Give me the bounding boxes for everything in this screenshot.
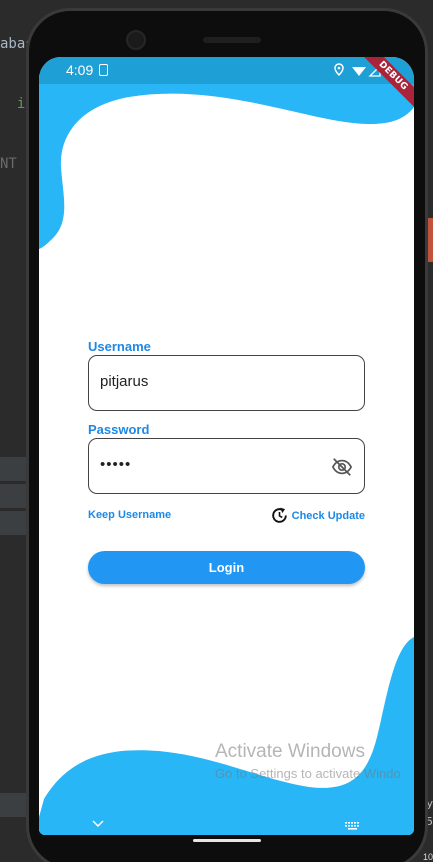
front-camera bbox=[126, 30, 146, 50]
wifi-icon bbox=[352, 67, 366, 76]
ide-scroll-marker bbox=[428, 218, 433, 262]
keep-username-toggle[interactable]: Keep Username bbox=[88, 509, 171, 521]
activate-windows-subtitle: Go to Settings to activate Windo bbox=[215, 766, 401, 781]
eye-off-icon[interactable] bbox=[331, 456, 353, 478]
username-value: pitjarus bbox=[100, 373, 149, 390]
status-time: 4:09 bbox=[66, 62, 94, 78]
chevron-down-icon[interactable] bbox=[91, 819, 105, 829]
password-label: Password bbox=[88, 422, 150, 437]
login-button[interactable]: Login bbox=[88, 551, 365, 584]
password-value: ••••• bbox=[100, 456, 132, 473]
check-update-button[interactable]: Check Update bbox=[270, 506, 365, 525]
taskbar-corner-text: 10 bbox=[422, 852, 433, 862]
activate-windows-title: Activate Windows bbox=[215, 741, 365, 762]
app-screen: 4:09 DEBUG Username pitjarus Password ••… bbox=[39, 57, 414, 835]
top-wave bbox=[39, 77, 414, 249]
location-icon bbox=[334, 63, 344, 77]
password-field[interactable]: ••••• bbox=[88, 438, 365, 494]
keyboard-icon[interactable] bbox=[345, 821, 360, 831]
home-indicator[interactable] bbox=[193, 839, 261, 842]
check-update-label: Check Update bbox=[291, 509, 365, 522]
username-field[interactable]: pitjarus bbox=[88, 355, 365, 411]
update-icon bbox=[271, 507, 287, 523]
sim-card-icon bbox=[99, 64, 108, 76]
status-bar: 4:09 bbox=[39, 57, 414, 84]
bottom-wave bbox=[39, 637, 414, 835]
earpiece-speaker bbox=[203, 37, 261, 43]
username-label: Username bbox=[88, 339, 151, 354]
